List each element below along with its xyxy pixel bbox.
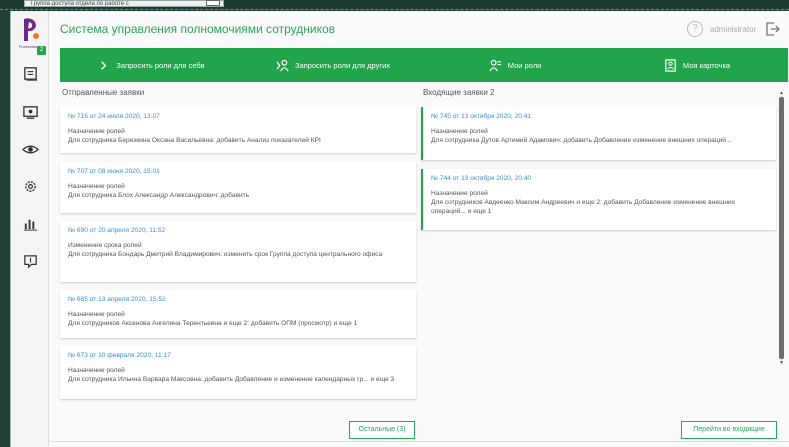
id-card-icon (665, 58, 676, 72)
request-description: Для сотрудника Блох Александр Александро… (68, 192, 250, 199)
request-roles-others-button[interactable]: Запросить роли для других (242, 48, 424, 82)
sidebar-item-requests[interactable] (11, 55, 49, 91)
sidebar-item-help[interactable] (11, 243, 49, 279)
request-type: Назначение ролей (68, 311, 125, 318)
app-window: Ростелеком 2 Система управления полномоч… (10, 11, 789, 447)
footer-divider (50, 441, 789, 442)
sent-request-card[interactable]: № 685 от 13 апреля 2020, 15:52 Назначени… (60, 290, 416, 338)
gear-icon (24, 180, 36, 192)
sidebar-item-settings[interactable] (11, 168, 49, 204)
incoming-requests-title: Входящие заявки 2 (423, 88, 495, 97)
incoming-request-card[interactable]: № 744 от 13 октября 2020, 20:40 Назначен… (421, 169, 776, 230)
page-title: Система управления полномочиями сотрудни… (60, 22, 336, 36)
request-description: Для сотрудника Бондарь Дмитрий Владимиро… (68, 251, 383, 258)
request-description: Для сотрудника Дутов Артемий Адамович: д… (431, 137, 732, 144)
header: Система управления полномочиями сотрудни… (50, 11, 789, 47)
help-icon[interactable]: ? (687, 21, 703, 37)
request-type: Назначение ролей (431, 128, 488, 135)
request-link[interactable]: № 744 от 13 октября 2020, 20:40 (431, 174, 768, 183)
my-roles-button[interactable]: Мои роли (424, 48, 606, 82)
my-roles-label: Мои роли (507, 60, 542, 70)
request-roles-self-label: Запросить роли для себя (116, 60, 205, 70)
request-description: Для сотрудников Аксенова Ангелина Терент… (68, 320, 358, 327)
incoming-request-card[interactable]: № 745 от 13 октября 2020, 20:41 Назначен… (421, 107, 776, 160)
request-link[interactable]: № 715 от 24 июля 2020, 13:07 (68, 112, 408, 121)
scrollbar-thumb[interactable] (779, 97, 784, 359)
user-list-icon (489, 59, 501, 71)
scrollbar[interactable]: ▲ ▼ (779, 91, 784, 366)
requests-badge: 2 (37, 46, 46, 55)
scroll-up-arrow-icon[interactable]: ▲ (779, 91, 784, 96)
sent-requests-title: Отправленные заявки (62, 88, 145, 97)
request-link[interactable]: № 707 от 08 июня 2020, 15:01 (68, 167, 408, 176)
request-description: Для сотрудников Авдеенко Максим Андрееви… (431, 199, 736, 215)
request-link[interactable]: № 685 от 13 апреля 2020, 15:52 (68, 295, 408, 304)
request-description: Для сотрудника Ильина Варвара Максовна: … (68, 376, 395, 383)
request-type: Назначение ролей (431, 190, 488, 197)
background-window-tab[interactable]: Группа доступа отдела по работе с (24, 0, 224, 7)
sidebar: Ростелеком 2 (11, 11, 49, 447)
my-card-button[interactable]: Моя карточка (606, 48, 788, 82)
request-type: Назначение ролей (68, 367, 125, 374)
request-type: Изменение срока ролей (68, 242, 142, 249)
rostelecom-logo-icon[interactable] (17, 16, 43, 44)
request-link[interactable]: № 690 от 20 апреля 2020, 11:52 (68, 226, 408, 235)
sent-request-card[interactable]: № 715 от 24 июля 2020, 13:07 Назначение … (60, 107, 416, 153)
sent-request-card[interactable]: № 707 от 08 июня 2020, 15:01 Назначение … (60, 162, 416, 213)
book-icon (23, 254, 37, 269)
sidebar-item-reports[interactable] (11, 205, 49, 241)
sidebar-item-monitor[interactable] (11, 94, 49, 130)
chevron-right-icon (101, 60, 107, 70)
request-type: Назначение ролей (68, 128, 125, 135)
scroll-down-arrow-icon[interactable]: ▼ (779, 361, 784, 366)
request-type: Назначение ролей (68, 183, 125, 190)
background-window-close-button[interactable] (206, 0, 220, 6)
selection-border (0, 9, 789, 10)
goto-incoming-button[interactable]: Перейти во входящие (681, 421, 777, 439)
monitor-icon (22, 105, 38, 119)
chart-icon (23, 219, 37, 231)
request-roles-self-button[interactable]: Запросить роли для себя (60, 48, 242, 82)
sent-request-card[interactable]: № 673 от 10 февраля 2020, 11:17 Назначен… (60, 346, 416, 399)
sidebar-item-view[interactable] (11, 131, 49, 167)
my-card-label: Моя карточка (682, 60, 731, 70)
request-description: Для сотрудника Березкина Оксана Васильев… (68, 137, 321, 144)
logout-icon[interactable] (765, 21, 781, 37)
eye-icon (21, 145, 39, 153)
sent-request-card[interactable]: № 690 от 20 апреля 2020, 11:52 Изменение… (60, 221, 416, 282)
user-arrow-icon (276, 59, 289, 71)
more-sent-button[interactable]: Остальные (3) (349, 421, 415, 439)
request-link[interactable]: № 745 от 13 октября 2020, 20:41 (431, 112, 768, 121)
requests-icon (23, 66, 37, 81)
action-bar: Запросить роли для себя Запросить роли д… (60, 48, 788, 82)
request-link[interactable]: № 673 от 10 февраля 2020, 11:17 (68, 351, 408, 360)
user-name[interactable]: administrator (710, 25, 756, 34)
request-roles-others-label: Запросить роли для других (294, 60, 391, 70)
